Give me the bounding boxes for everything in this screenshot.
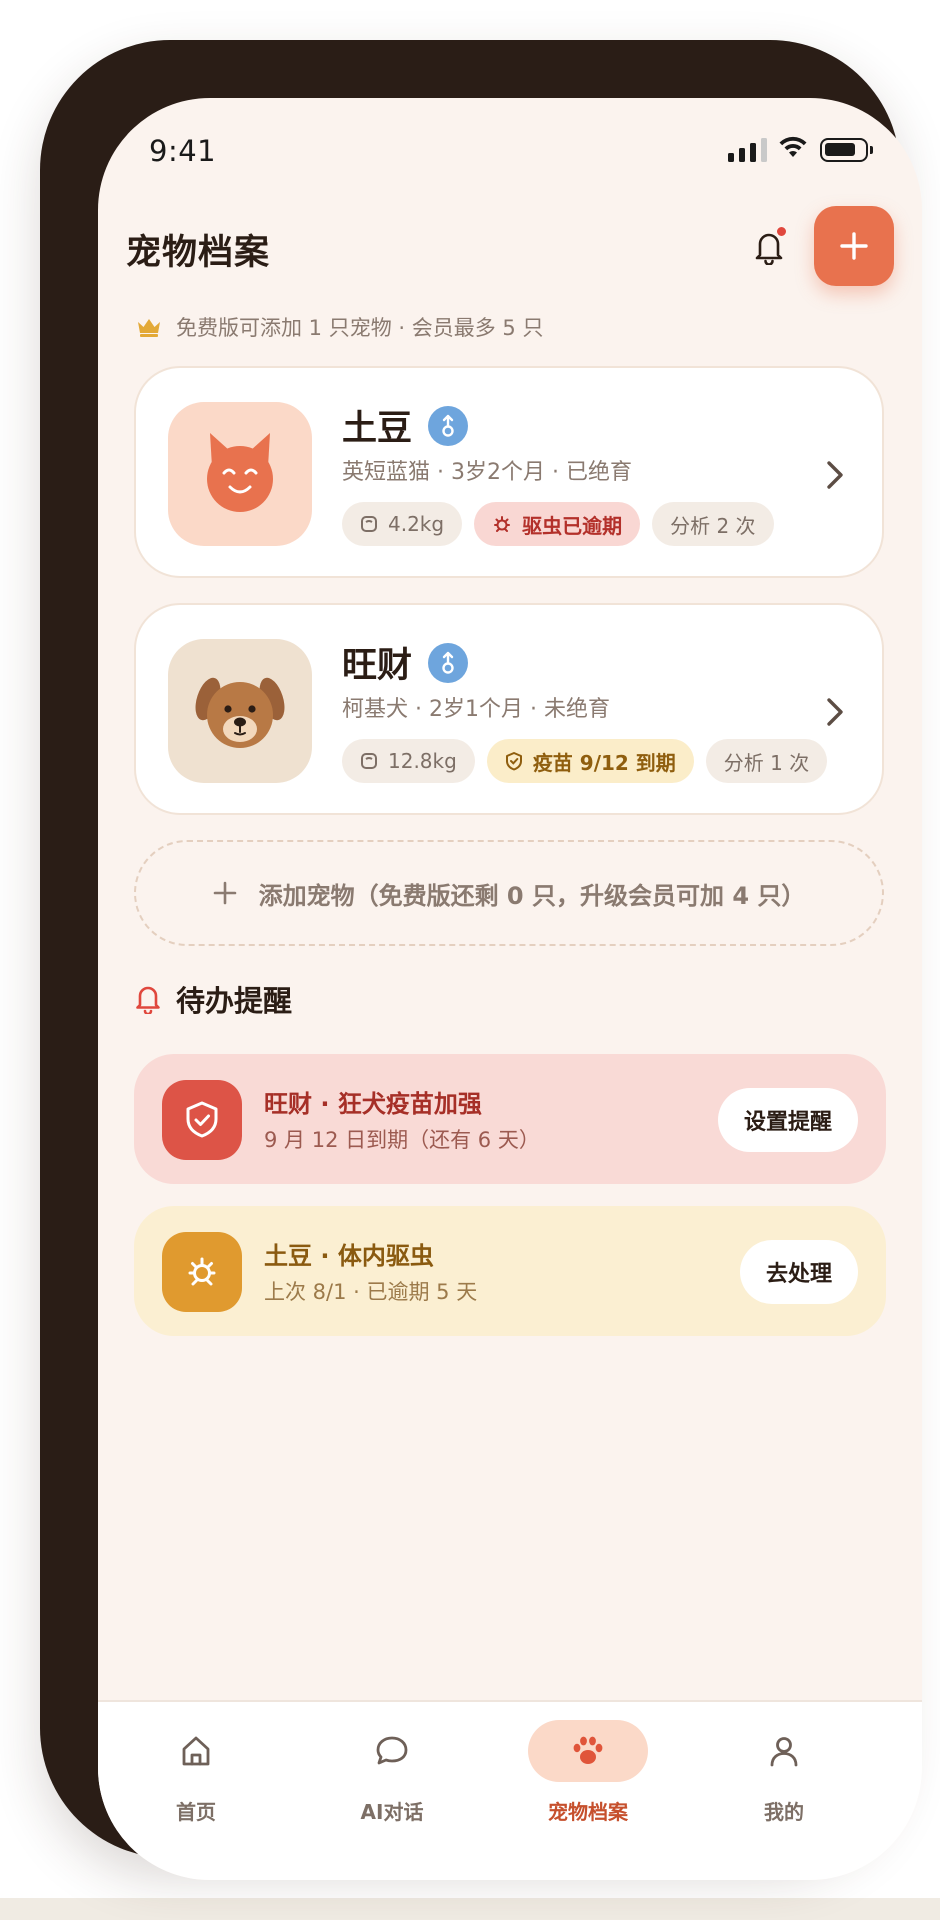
weight-tag: 12.8kg (342, 739, 475, 783)
pet-name: 旺财 (342, 646, 413, 686)
reminder-subtitle: 9 月 12 日到期（还有 6 天） (264, 1128, 540, 1152)
add-pet-button[interactable] (814, 206, 894, 286)
bug-icon (162, 1232, 242, 1312)
pet-card-tudou[interactable]: 土豆 英短蓝猫 · 3岁2个月 · 已绝育 4.2kg 驱虫已逾期 分析 2 次 (134, 366, 884, 578)
set-reminder-button[interactable]: 设置提醒 (717, 1088, 858, 1152)
tab-pet-profiles[interactable]: 宠物档案 (490, 1720, 686, 1825)
male-gender-icon (428, 642, 469, 683)
shield-icon (505, 752, 522, 771)
tab-ai-chat[interactable]: AI对话 (294, 1720, 490, 1825)
pet-avatar-dog (168, 639, 312, 783)
plus-icon (213, 881, 236, 905)
vaccine-due-tag: 疫苗 9/12 到期 (486, 739, 694, 783)
add-pet-label: 添加宠物（免费版还剩 0 只，升级会员可加 4 只） (258, 881, 806, 910)
dog-face-icon (195, 677, 285, 748)
chevron-right-icon (826, 697, 844, 731)
reminder-vaccine[interactable]: 旺财 · 狂犬疫苗加强 9 月 12 日到期（还有 6 天） 设置提醒 (134, 1054, 886, 1184)
home-icon (136, 1720, 256, 1782)
pet-info: 英短蓝猫 · 3岁2个月 · 已绝育 (342, 460, 632, 485)
pet-name-row: 土豆 (342, 400, 469, 451)
plus-icon (840, 232, 868, 260)
reminder-deworming[interactable]: 土豆 · 体内驱虫 上次 8/1 · 已逾期 5 天 去处理 (134, 1206, 886, 1336)
tab-home[interactable]: 首页 (98, 1720, 294, 1825)
shield-check-icon (162, 1080, 242, 1160)
weight-tag: 4.2kg (342, 502, 463, 546)
membership-note-text: 免费版可添加 1 只宠物 · 会员最多 5 只 (176, 316, 544, 340)
pet-name-row: 旺财 (342, 637, 469, 688)
pet-name: 土豆 (342, 409, 413, 449)
pet-info: 柯基犬 · 2岁1个月 · 未绝育 (342, 697, 610, 722)
analysis-count-tag: 分析 2 次 (652, 502, 774, 546)
tab-me[interactable]: 我的 (686, 1720, 882, 1825)
reminder-subtitle: 上次 8/1 · 已逾期 5 天 (264, 1280, 478, 1304)
chat-icon (332, 1720, 452, 1782)
app-screen: 9:41 宠物档案 免费版可添加 1 只宠物 · 会员最多 5 只 土豆 英短蓝… (98, 98, 922, 1880)
page-title: 宠物档案 (126, 233, 271, 273)
membership-note: 免费版可添加 1 只宠物 · 会员最多 5 只 (136, 312, 543, 342)
cat-face-icon (207, 433, 273, 512)
reminder-title: 土豆 · 体内驱虫 (264, 1242, 434, 1270)
chevron-right-icon (826, 460, 844, 494)
bell-icon (136, 986, 160, 1014)
deworming-overdue-tag: 驱虫已逾期 (474, 502, 641, 546)
male-gender-icon (428, 405, 469, 446)
pet-card-wangcai[interactable]: 旺财 柯基犬 · 2岁1个月 · 未绝育 12.8kg 疫苗 9/12 到期 分… (134, 603, 884, 815)
signal-icon (728, 138, 767, 162)
crown-icon (138, 319, 160, 337)
notification-dot (775, 225, 788, 238)
pet-tags: 4.2kg 驱虫已逾期 分析 2 次 (342, 502, 774, 546)
paw-icon (528, 1720, 648, 1782)
bottom-tab-bar: 首页 AI对话 宠物档案 我的 (98, 1700, 922, 1880)
scale-icon (361, 753, 377, 769)
status-time: 9:41 (149, 134, 217, 168)
battery-icon (820, 138, 873, 162)
wifi-icon (778, 135, 808, 163)
handle-now-button[interactable]: 去处理 (739, 1240, 858, 1304)
profile-icon (724, 1720, 844, 1782)
reminders-section-title: 待办提醒 (134, 978, 292, 1020)
reminder-title: 旺财 · 狂犬疫苗加强 (264, 1090, 482, 1118)
bug-icon (494, 516, 511, 532)
page-bottom-strip (0, 1898, 940, 1920)
pet-avatar-cat (168, 402, 312, 546)
scale-icon (361, 516, 377, 532)
analysis-count-tag: 分析 1 次 (705, 739, 828, 783)
add-pet-placeholder-button[interactable]: 添加宠物（免费版还剩 0 只，升级会员可加 4 只） (134, 840, 884, 946)
phone-frame: 9:41 宠物档案 免费版可添加 1 只宠物 · 会员最多 5 只 土豆 英短蓝… (40, 40, 922, 1880)
pet-tags: 12.8kg 疫苗 9/12 到期 分析 1 次 (342, 739, 828, 783)
